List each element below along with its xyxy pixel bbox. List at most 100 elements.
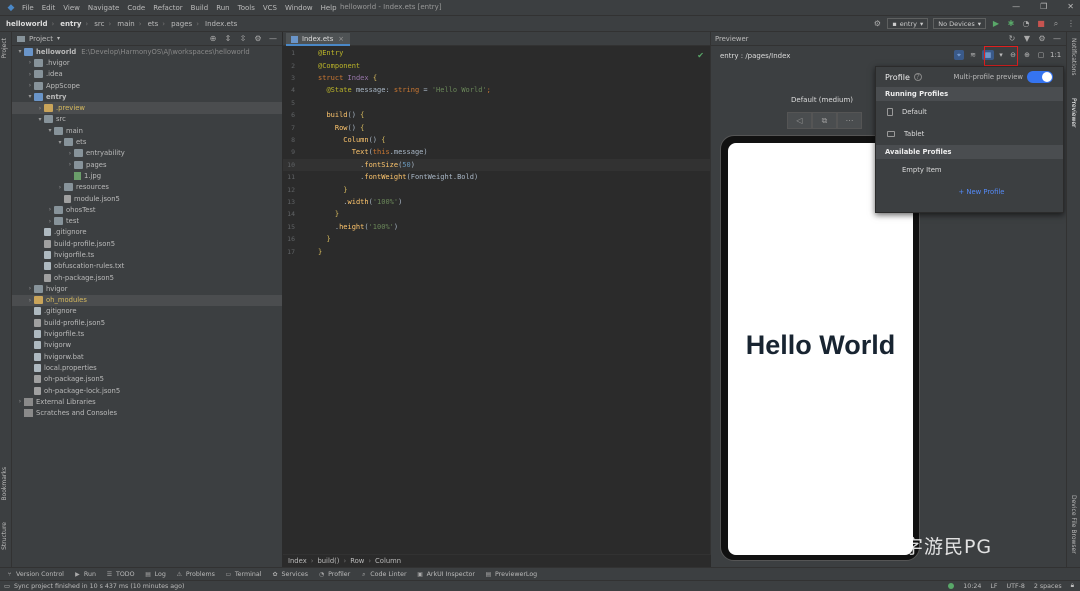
code-line[interactable]: 16 }: [283, 233, 711, 245]
hide-icon[interactable]: —: [1052, 34, 1062, 44]
tree-item[interactable]: › .preview: [12, 102, 282, 114]
tree-item[interactable]: hvigorfile.ts: [12, 249, 282, 260]
breadcrumb-project[interactable]: helloworld: [0, 20, 47, 28]
code-line[interactable]: 14 }: [283, 208, 711, 220]
crumb-row[interactable]: Row: [350, 557, 364, 565]
menu-build[interactable]: Build: [187, 4, 213, 12]
back-icon[interactable]: ◁: [787, 112, 812, 129]
code-line[interactable]: 3 struct Index {: [283, 72, 711, 84]
breadcrumb-file[interactable]: Index.ets: [199, 20, 237, 28]
maximize-icon[interactable]: ❐: [1040, 2, 1047, 11]
editor-tab-index[interactable]: Index.ets ×: [286, 33, 350, 46]
tw-problems[interactable]: ⚠ Problems: [176, 571, 215, 578]
layers-icon[interactable]: ≋: [968, 50, 978, 60]
tree-item[interactable]: .gitignore: [12, 227, 282, 238]
expand-arrow-icon[interactable]: ▾: [26, 93, 34, 100]
code-line[interactable]: 15 . height('100%'): [283, 221, 711, 233]
expand-arrow-icon[interactable]: ›: [26, 297, 34, 304]
tree-item[interactable]: build-profile.json5: [12, 238, 282, 249]
crumb-column[interactable]: Column: [375, 557, 401, 565]
expand-arrow-icon[interactable]: ›: [26, 285, 34, 292]
expand-arrow-icon[interactable]: ▾: [56, 139, 64, 146]
zoom-in-icon[interactable]: ⊕: [1022, 50, 1032, 60]
tree-item[interactable]: › pages: [12, 159, 282, 170]
tree-item[interactable]: obfuscation-rules.txt: [12, 261, 282, 272]
tree-item[interactable]: › resources: [12, 182, 282, 193]
tw-services[interactable]: ✿ Services: [272, 571, 309, 578]
breadcrumb-pages[interactable]: pages: [165, 20, 192, 28]
tw-run[interactable]: ▶ Run: [74, 571, 96, 578]
close-icon[interactable]: ×: [338, 35, 344, 43]
tw-code-linter[interactable]: ⌕ Code Linter: [360, 571, 407, 578]
new-profile-link[interactable]: + New Profile: [876, 181, 1063, 203]
menu-refactor[interactable]: Refactor: [149, 4, 186, 12]
tw-profiler[interactable]: ◔ Profiler: [318, 571, 350, 578]
menu-view[interactable]: View: [59, 4, 84, 12]
menu-vcs[interactable]: VCS: [259, 4, 281, 12]
expand-arrow-icon[interactable]: ›: [36, 105, 44, 112]
crumb-build[interactable]: build(): [317, 557, 339, 565]
gear-icon[interactable]: ⚙: [1037, 34, 1047, 44]
tree-item[interactable]: ▾ ets: [12, 136, 282, 147]
debug-icon[interactable]: ✱: [1006, 19, 1016, 29]
expand-arrow-icon[interactable]: ▾: [16, 48, 24, 55]
tree-item[interactable]: Scratches and Consoles: [12, 408, 282, 419]
expand-arrow-icon[interactable]: ›: [66, 161, 74, 168]
tree-item[interactable]: oh-package.json5: [12, 272, 282, 283]
expand-arrow-icon[interactable]: ›: [16, 398, 24, 405]
more-icon[interactable]: ⋯: [837, 112, 862, 129]
menu-help[interactable]: Help: [317, 4, 341, 12]
tw-todo[interactable]: ☰ TODO: [106, 571, 135, 578]
side-tab-structure[interactable]: Structure: [1, 522, 8, 550]
tw-arkui-inspector[interactable]: ▣ ArkUI Inspector: [417, 571, 475, 578]
menu-navigate[interactable]: Navigate: [84, 4, 123, 12]
tw-terminal[interactable]: ▭ Terminal: [225, 571, 262, 578]
breadcrumb-main[interactable]: main: [111, 20, 135, 28]
tree-item[interactable]: oh-package-lock.json5: [12, 385, 282, 396]
tree-item[interactable]: › External Libraries: [12, 396, 282, 407]
expand-arrow-icon[interactable]: ›: [66, 150, 74, 157]
expand-arrow-icon[interactable]: ›: [26, 59, 34, 66]
tree-item[interactable]: ▾ src: [12, 114, 282, 125]
expand-all-icon[interactable]: ⇳: [238, 34, 248, 44]
tree-item[interactable]: hvigorw: [12, 340, 282, 351]
side-tab-bookmarks[interactable]: Bookmarks: [1, 467, 8, 501]
breadcrumb-ets[interactable]: ets: [142, 20, 159, 28]
expand-arrow-icon[interactable]: ›: [46, 218, 54, 225]
original-size-icon[interactable]: 1:1: [1050, 50, 1061, 60]
profile-run-icon[interactable]: ◔: [1021, 19, 1031, 29]
tw-previewer-log[interactable]: ▤ PreviewerLog: [485, 571, 538, 578]
expand-arrow-icon[interactable]: ▾: [46, 127, 54, 134]
tree-item[interactable]: hvigorfile.ts: [12, 328, 282, 339]
run-icon[interactable]: ▶: [991, 19, 1001, 29]
expand-arrow-icon[interactable]: ›: [26, 82, 34, 89]
file-encoding[interactable]: UTF-8: [1007, 583, 1025, 590]
tw-log[interactable]: ▤ Log: [145, 571, 166, 578]
tree-item[interactable]: 1.jpg: [12, 170, 282, 181]
search-icon[interactable]: ⌕: [1051, 19, 1061, 29]
stop-icon[interactable]: ■: [1036, 19, 1046, 29]
code-line[interactable]: 10 . fontSize(50): [283, 158, 711, 171]
code-line[interactable]: 4 @State message: string = 'Hello World'…: [283, 84, 711, 96]
tree-item[interactable]: › AppScope: [12, 80, 282, 91]
lock-icon[interactable]: 🔒︎: [1071, 582, 1074, 590]
inspector-icon[interactable]: ⌖: [954, 50, 964, 60]
status-message[interactable]: Sync project finished in 10 s 437 ms (10…: [14, 583, 185, 590]
code-line[interactable]: 17}: [283, 245, 711, 257]
code-line[interactable]: 8 Column() {: [283, 134, 711, 146]
expand-arrow-icon[interactable]: ›: [56, 184, 64, 191]
menu-edit[interactable]: Edit: [38, 4, 60, 12]
tree-item[interactable]: oh-package.json5: [12, 374, 282, 385]
menu-run[interactable]: Run: [212, 4, 233, 12]
menu-tools[interactable]: Tools: [234, 4, 259, 12]
multi-profile-toggle[interactable]: [1027, 71, 1053, 83]
device-select[interactable]: No Devices ▾: [933, 18, 986, 29]
tree-item[interactable]: › hvigor: [12, 283, 282, 294]
profile-item-tablet[interactable]: Tablet: [876, 123, 1063, 145]
fit-screen-icon[interactable]: ▢: [1036, 50, 1046, 60]
side-tab-notifications[interactable]: Notifications: [1070, 38, 1077, 76]
breadcrumb-module[interactable]: entry: [54, 20, 81, 28]
expand-arrow-icon[interactable]: ▾: [36, 116, 44, 123]
code-line[interactable]: 1 @Entry: [283, 47, 711, 59]
tree-item[interactable]: local.properties: [12, 362, 282, 373]
